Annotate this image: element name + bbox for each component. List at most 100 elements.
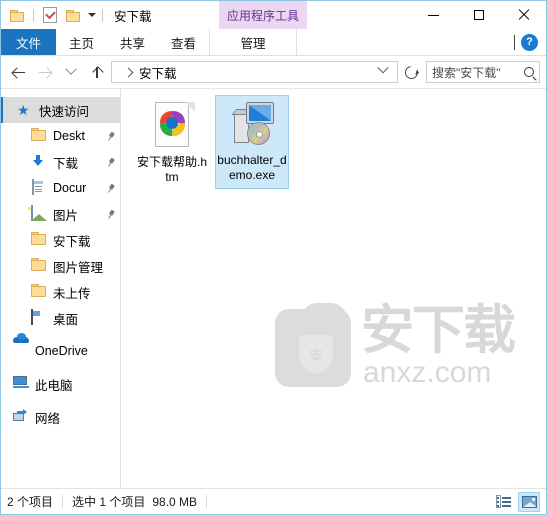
cloud-icon: [13, 343, 29, 359]
window-controls: [411, 1, 546, 29]
recent-locations-button[interactable]: [59, 60, 83, 84]
sidebar-item-documents[interactable]: Docur: [1, 175, 120, 201]
collapse-ribbon-button[interactable]: [514, 35, 515, 50]
arrow-left-icon: [12, 66, 26, 78]
window-title: 安下载: [114, 9, 152, 24]
star-icon: ★: [17, 102, 30, 118]
sidebar-item-downloads[interactable]: 下载: [1, 149, 120, 175]
folder-icon: [31, 258, 47, 274]
maximize-button[interactable]: [456, 1, 501, 29]
tab-home[interactable]: 主页: [56, 29, 107, 55]
list-item[interactable]: buchhalter_demo.exe: [215, 95, 289, 189]
watermark: 安 安下载 anxz.com: [271, 303, 533, 395]
sidebar-item-not-uploaded[interactable]: 未上传: [1, 279, 120, 305]
html-file-icon: [148, 101, 196, 149]
network-icon: [13, 409, 29, 425]
file-grid: 安下载帮助.htm buchhalter_demo.exe: [135, 95, 289, 189]
contextual-tab-group-header: 应用程序工具: [219, 1, 307, 29]
file-name: buchhalter_demo.exe: [217, 153, 287, 182]
tab-share[interactable]: 共享: [107, 29, 158, 55]
sidebar-item-picture-manage[interactable]: 图片管理: [1, 253, 120, 279]
breadcrumb[interactable]: 安下载: [111, 61, 398, 83]
search-placeholder: 搜索"安下载": [432, 65, 501, 80]
pin-icon: [105, 182, 116, 193]
sidebar-item-label: Deskt: [53, 129, 85, 143]
large-icons-view-button[interactable]: [518, 491, 540, 512]
desktop-icon: [31, 309, 47, 326]
pictures-icon: [31, 205, 47, 222]
details-view-icon: [496, 495, 511, 508]
title-bar: 安下载 应用程序工具: [1, 1, 546, 29]
navigation-pane: ★ 快速访问 Deskt 下载 Docur 图片 安下载 图片管理 未上传 桌面…: [1, 89, 121, 488]
sidebar-item-label: 桌面: [53, 312, 79, 327]
chevron-down-icon[interactable]: [377, 62, 389, 74]
back-button[interactable]: [7, 60, 31, 84]
watermark-bag-handle: [301, 303, 347, 336]
file-explorer-window: 安下载 应用程序工具 文件 主页 共享 查看 管理 ? 安下载 搜索"安下载" …: [0, 0, 547, 515]
qat-divider-2: [102, 8, 103, 22]
new-folder-icon[interactable]: [63, 5, 83, 25]
sidebar-item-label: Docur: [53, 181, 87, 195]
this-pc-icon: [13, 376, 29, 392]
view-mode-buttons: [493, 491, 540, 512]
pin-icon: [105, 130, 116, 141]
sidebar-item-label: OneDrive: [35, 344, 88, 358]
file-list-view[interactable]: 安 安下载 anxz.com 安下载帮助.htm buchhalter_demo…: [121, 89, 546, 488]
arrow-right-icon: [38, 66, 52, 78]
document-icon: [31, 179, 47, 196]
folder-icon: [31, 284, 47, 300]
folder-icon[interactable]: [7, 5, 27, 25]
sidebar-item-network[interactable]: 网络: [1, 404, 120, 430]
status-divider-1: [62, 495, 64, 508]
sidebar-item-label: 下载: [53, 156, 79, 171]
close-button[interactable]: [501, 1, 546, 29]
chevron-down-icon[interactable]: [88, 13, 96, 17]
sidebar-item-label: 未上传: [53, 286, 91, 301]
up-button[interactable]: [85, 60, 109, 84]
ribbon-right-controls: ?: [514, 29, 542, 55]
address-bar: 安下载 搜索"安下载": [1, 56, 546, 88]
minimize-button[interactable]: [411, 1, 456, 29]
arrow-up-icon: [91, 66, 103, 79]
large-icons-view-icon: [521, 495, 537, 508]
selection-count: 选中 1 个项目: [72, 495, 146, 509]
pin-icon: [105, 208, 116, 219]
watermark-text: 安下载: [361, 301, 516, 360]
help-button[interactable]: ?: [521, 33, 538, 51]
chevron-down-icon: [514, 35, 515, 50]
sidebar-item-label: 安下载: [53, 234, 91, 249]
status-divider-2: [206, 495, 208, 508]
sidebar-item-label: 图片: [53, 208, 79, 223]
tab-view[interactable]: 查看: [158, 29, 209, 55]
selection-size: 98.0 MB: [152, 494, 198, 509]
refresh-button[interactable]: [400, 61, 422, 83]
item-count: 2 个项目: [7, 495, 54, 509]
sidebar-item-onedrive[interactable]: OneDrive: [1, 338, 120, 364]
search-icon: [524, 67, 534, 77]
download-icon: [31, 154, 47, 170]
sidebar-item-label: 快速访问: [39, 104, 90, 119]
sidebar-item-desktop-pinned[interactable]: Deskt: [1, 123, 120, 149]
tab-file[interactable]: 文件: [1, 29, 57, 55]
watermark-shield-icon: 安: [299, 335, 333, 373]
properties-icon[interactable]: [40, 5, 60, 25]
watermark-url: anxz.com: [363, 356, 492, 389]
details-view-button[interactable]: [493, 492, 515, 512]
sidebar-item-anxiazai[interactable]: 安下载: [1, 227, 120, 253]
search-input[interactable]: 搜索"安下载": [426, 61, 540, 83]
quick-access-toolbar: [1, 5, 106, 25]
forward-button[interactable]: [33, 60, 57, 84]
tab-manage[interactable]: 管理: [209, 29, 298, 55]
watermark-bag-icon: 安: [275, 303, 351, 387]
sidebar-item-this-pc[interactable]: 此电脑: [1, 371, 120, 397]
sidebar-item-label: 网络: [35, 411, 61, 426]
sidebar-item-quick-access[interactable]: ★ 快速访问: [1, 97, 120, 123]
sidebar-item-desktop[interactable]: 桌面: [1, 305, 120, 331]
pin-icon: [105, 156, 116, 167]
file-name: 安下载帮助.htm: [137, 155, 208, 184]
ribbon-tab-bar: 文件 主页 共享 查看 管理 ?: [1, 29, 546, 56]
list-item[interactable]: 安下载帮助.htm: [135, 95, 209, 189]
executable-icon: [227, 101, 277, 147]
breadcrumb-current[interactable]: 安下载: [139, 63, 177, 82]
sidebar-item-pictures[interactable]: 图片: [1, 201, 120, 227]
